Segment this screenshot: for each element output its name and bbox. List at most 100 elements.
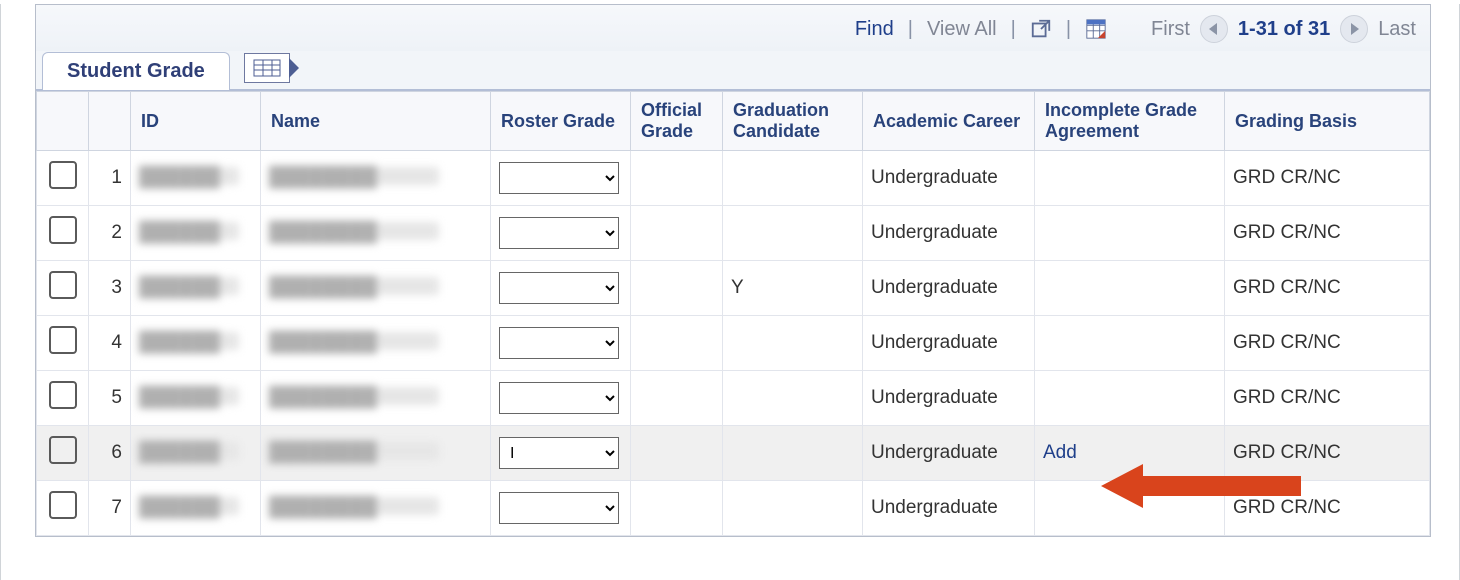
table-row: 6██████████████ABCDFICRNCUndergraduateAd… bbox=[37, 426, 1430, 481]
table-row: 3██████████████ABCDFICRNCYUndergraduateG… bbox=[37, 261, 1430, 316]
student-name-redacted: ████████ bbox=[269, 497, 439, 515]
graduation-candidate-cell bbox=[723, 206, 863, 261]
student-id-redacted: ██████ bbox=[139, 497, 239, 515]
row-number: 7 bbox=[89, 481, 131, 536]
tab-bar: Student Grade bbox=[36, 51, 1430, 91]
row-number: 4 bbox=[89, 316, 131, 371]
row-number: 3 bbox=[89, 261, 131, 316]
graduation-candidate-cell bbox=[723, 316, 863, 371]
roster-grade-select[interactable]: ABCDFICRNC bbox=[499, 437, 619, 469]
record-counter: 1-31 of 31 bbox=[1238, 18, 1330, 41]
incomplete-cell bbox=[1035, 371, 1225, 426]
find-link[interactable]: Find bbox=[855, 18, 894, 41]
incomplete-add-link[interactable]: Add bbox=[1043, 442, 1077, 463]
student-name-redacted: ████████ bbox=[269, 167, 439, 185]
roster-grade-select[interactable]: ABCDFICRNC bbox=[499, 217, 619, 249]
popout-icon[interactable] bbox=[1030, 18, 1052, 40]
next-page-icon[interactable] bbox=[1340, 15, 1368, 43]
roster-grade-select[interactable]: ABCDFICRNC bbox=[499, 272, 619, 304]
col-official-grade[interactable]: Official Grade bbox=[631, 92, 723, 151]
academic-career-cell: Undergraduate bbox=[863, 206, 1035, 261]
student-name-redacted: ████████ bbox=[269, 332, 439, 350]
graduation-candidate-cell: Y bbox=[723, 261, 863, 316]
col-index bbox=[89, 92, 131, 151]
last-link[interactable]: Last bbox=[1378, 18, 1416, 41]
student-id-redacted: ██████ bbox=[139, 167, 239, 185]
row-number: 2 bbox=[89, 206, 131, 261]
student-id-redacted: ██████ bbox=[139, 387, 239, 405]
row-checkbox[interactable] bbox=[49, 161, 77, 189]
table-row: 4██████████████ABCDFICRNCUndergraduateGR… bbox=[37, 316, 1430, 371]
table-row: 1██████████████ABCDFICRNCUndergraduateGR… bbox=[37, 151, 1430, 206]
academic-career-cell: Undergraduate bbox=[863, 426, 1035, 481]
separator: | bbox=[904, 18, 917, 41]
student-id-redacted: ██████ bbox=[139, 222, 239, 240]
academic-career-cell: Undergraduate bbox=[863, 481, 1035, 536]
grading-basis-cell: GRD CR/NC bbox=[1225, 426, 1430, 481]
official-grade-cell bbox=[631, 206, 723, 261]
view-all-link[interactable]: View All bbox=[927, 18, 997, 41]
grading-basis-cell: GRD CR/NC bbox=[1225, 481, 1430, 536]
grading-basis-cell: GRD CR/NC bbox=[1225, 316, 1430, 371]
graduation-candidate-cell bbox=[723, 481, 863, 536]
grid-toolbar: Find | View All | | First 1-31 of 31 Las… bbox=[36, 5, 1430, 51]
table-row: 2██████████████ABCDFICRNCUndergraduateGR… bbox=[37, 206, 1430, 261]
official-grade-cell bbox=[631, 481, 723, 536]
roster-grade-select[interactable]: ABCDFICRNC bbox=[499, 492, 619, 524]
graduation-candidate-cell bbox=[723, 371, 863, 426]
student-id-redacted: ██████ bbox=[139, 442, 239, 460]
tab-student-grade[interactable]: Student Grade bbox=[42, 52, 230, 90]
row-checkbox[interactable] bbox=[49, 381, 77, 409]
graduation-candidate-cell bbox=[723, 426, 863, 481]
row-checkbox[interactable] bbox=[49, 271, 77, 299]
grading-basis-cell: GRD CR/NC bbox=[1225, 151, 1430, 206]
row-checkbox[interactable] bbox=[49, 491, 77, 519]
incomplete-cell bbox=[1035, 481, 1225, 536]
academic-career-cell: Undergraduate bbox=[863, 151, 1035, 206]
separator: | bbox=[1007, 18, 1020, 41]
col-id[interactable]: ID bbox=[131, 92, 261, 151]
grading-basis-cell: GRD CR/NC bbox=[1225, 206, 1430, 261]
student-id-redacted: ██████ bbox=[139, 332, 239, 350]
official-grade-cell bbox=[631, 371, 723, 426]
show-all-columns-icon[interactable] bbox=[244, 53, 290, 83]
col-name[interactable]: Name bbox=[261, 92, 491, 151]
student-name-redacted: ████████ bbox=[269, 387, 439, 405]
col-checkbox bbox=[37, 92, 89, 151]
table-row: 7██████████████ABCDFICRNCUndergraduateGR… bbox=[37, 481, 1430, 536]
student-name-redacted: ████████ bbox=[269, 222, 439, 240]
student-name-redacted: ████████ bbox=[269, 277, 439, 295]
academic-career-cell: Undergraduate bbox=[863, 371, 1035, 426]
incomplete-cell bbox=[1035, 206, 1225, 261]
student-id-redacted: ██████ bbox=[139, 277, 239, 295]
roster-grade-select[interactable]: ABCDFICRNC bbox=[499, 382, 619, 414]
incomplete-cell bbox=[1035, 261, 1225, 316]
row-checkbox[interactable] bbox=[49, 326, 77, 354]
col-graduation-candidate[interactable]: Graduation Candidate bbox=[723, 92, 863, 151]
roster-grade-select[interactable]: ABCDFICRNC bbox=[499, 162, 619, 194]
table-row: 5██████████████ABCDFICRNCUndergraduateGR… bbox=[37, 371, 1430, 426]
prev-page-icon[interactable] bbox=[1200, 15, 1228, 43]
col-academic-career[interactable]: Academic Career bbox=[863, 92, 1035, 151]
row-number: 5 bbox=[89, 371, 131, 426]
col-grading-basis[interactable]: Grading Basis bbox=[1225, 92, 1430, 151]
row-checkbox[interactable] bbox=[49, 436, 77, 464]
official-grade-cell bbox=[631, 151, 723, 206]
grading-basis-cell: GRD CR/NC bbox=[1225, 261, 1430, 316]
separator: | bbox=[1062, 18, 1075, 41]
row-number: 6 bbox=[89, 426, 131, 481]
incomplete-cell bbox=[1035, 316, 1225, 371]
student-name-redacted: ████████ bbox=[269, 442, 439, 460]
first-link[interactable]: First bbox=[1151, 18, 1190, 41]
academic-career-cell: Undergraduate bbox=[863, 316, 1035, 371]
grade-roster-table: ID Name Roster Grade Official Grade Grad… bbox=[36, 91, 1430, 536]
col-roster-grade[interactable]: Roster Grade bbox=[491, 92, 631, 151]
academic-career-cell: Undergraduate bbox=[863, 261, 1035, 316]
official-grade-cell bbox=[631, 426, 723, 481]
roster-grade-select[interactable]: ABCDFICRNC bbox=[499, 327, 619, 359]
graduation-candidate-cell bbox=[723, 151, 863, 206]
col-incomplete-agreement[interactable]: Incomplete Grade Agreement bbox=[1035, 92, 1225, 151]
row-checkbox[interactable] bbox=[49, 216, 77, 244]
grid-settings-icon[interactable] bbox=[1085, 18, 1107, 40]
grading-basis-cell: GRD CR/NC bbox=[1225, 371, 1430, 426]
